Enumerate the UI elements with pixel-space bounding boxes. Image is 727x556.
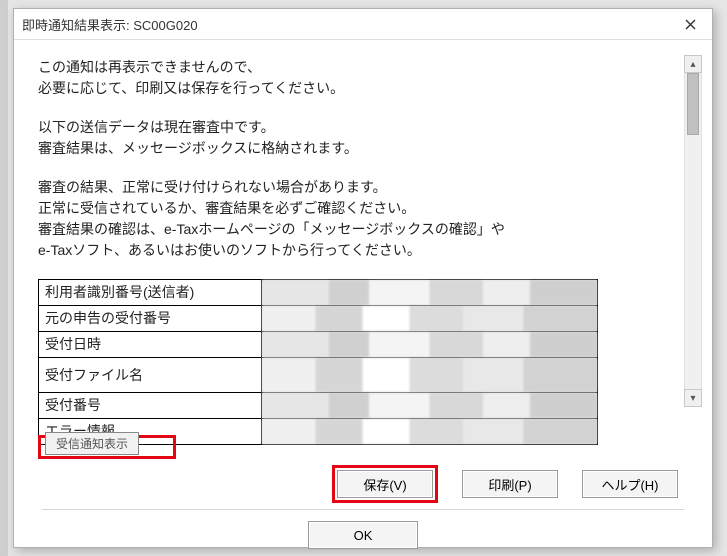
row-value — [262, 280, 598, 306]
dialog-window: 即時通知結果表示: SC00G020 この通知は再表示できませんので、 必要に応… — [13, 8, 713, 548]
close-button[interactable] — [668, 9, 712, 39]
table-row: 利用者識別番号(送信者) — [39, 280, 598, 306]
ok-button-label: OK — [354, 528, 373, 543]
print-button-label: 印刷(P) — [488, 475, 531, 494]
result-table: 利用者識別番号(送信者) 元の申告の受付番号 受付日時 受付ファイル名 受付番号 — [38, 279, 598, 445]
vertical-scrollbar[interactable]: ▴ ▾ — [684, 55, 702, 407]
row-value — [262, 419, 598, 445]
row-label: 利用者識別番号(送信者) — [39, 280, 262, 306]
table-row: 受付日時 — [39, 332, 598, 358]
separator — [42, 509, 684, 511]
window-title: 即時通知結果表示: SC00G020 — [22, 15, 198, 34]
receive-notice-button[interactable]: 受信通知表示 — [45, 432, 139, 455]
notice-paragraph-2: 以下の送信データは現在審査中です。 審査結果は、メッセージボックスに格納されます… — [38, 117, 678, 159]
highlight-save: 保存(V) — [332, 465, 438, 503]
highlight-receive-notice: 受信通知表示 — [38, 435, 176, 459]
print-button[interactable]: 印刷(P) — [462, 470, 558, 498]
save-button-label: 保存(V) — [363, 475, 406, 494]
table-row: 受付ファイル名 — [39, 358, 598, 393]
scroll-down-button[interactable]: ▾ — [684, 389, 702, 407]
notice-paragraph-3: 審査の結果、正常に受け付けられない場合があります。 正常に受信されているか、審査… — [38, 177, 678, 261]
row-label: 受付番号 — [39, 393, 262, 419]
notice-paragraph-1: この通知は再表示できませんので、 必要に応じて、印刷又は保存を行ってください。 — [38, 57, 678, 99]
help-button[interactable]: ヘルプ(H) — [582, 470, 678, 498]
scroll-content: この通知は再表示できませんので、 必要に応じて、印刷又は保存を行ってください。 … — [38, 57, 678, 407]
row-label: 受付ファイル名 — [39, 358, 262, 393]
close-icon — [685, 19, 696, 30]
row-value — [262, 358, 598, 393]
titlebar: 即時通知結果表示: SC00G020 — [14, 9, 712, 40]
help-button-label: ヘルプ(H) — [601, 475, 658, 494]
chevron-up-icon: ▴ — [690, 59, 695, 70]
row-value — [262, 306, 598, 332]
scroll-track[interactable] — [684, 73, 702, 389]
scroll-thumb[interactable] — [687, 73, 699, 135]
table-row: 元の申告の受付番号 — [39, 306, 598, 332]
save-button[interactable]: 保存(V) — [337, 470, 433, 498]
row-value — [262, 393, 598, 419]
scroll-up-button[interactable]: ▴ — [684, 55, 702, 73]
table-row: 受付番号 — [39, 393, 598, 419]
chevron-down-icon: ▾ — [690, 393, 695, 404]
row-label: 受付日時 — [39, 332, 262, 358]
row-value — [262, 332, 598, 358]
action-button-row: 保存(V) 印刷(P) ヘルプ(H) — [22, 467, 704, 501]
client-area: この通知は再表示できませんので、 必要に応じて、印刷又は保存を行ってください。 … — [22, 47, 704, 539]
ok-button[interactable]: OK — [308, 521, 418, 549]
ok-row: OK — [22, 521, 704, 549]
row-label: 元の申告の受付番号 — [39, 306, 262, 332]
